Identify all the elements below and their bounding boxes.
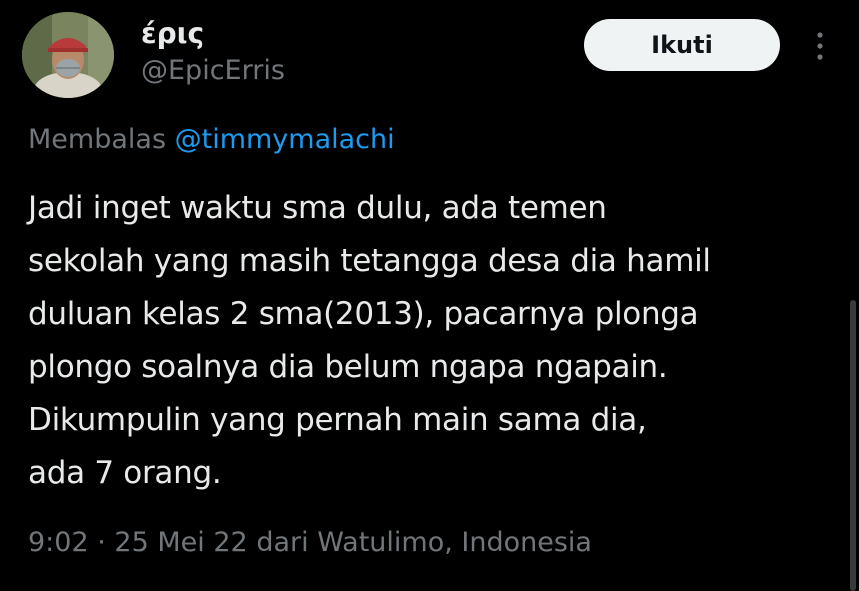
author-display-name[interactable]: έρις (141, 16, 204, 52)
tweet-text-line: plongo soalnya dia belum ngapa ngapain. (28, 349, 668, 385)
tweet-location: Watulimo, Indonesia (317, 527, 592, 558)
tweet-time: 9:02 (28, 527, 89, 558)
meta-separator: · (97, 527, 106, 558)
reply-prefix: Membalas (28, 124, 167, 155)
tweet-detail: έρις @EpicErris Ikuti Membalas @timmymal… (0, 0, 859, 591)
tweet-text-line: ada 7 orang. (28, 455, 222, 491)
follow-button[interactable]: Ikuti (584, 19, 780, 71)
scrollbar[interactable] (850, 300, 856, 591)
reply-context: Membalas @timmymalachi (28, 122, 395, 158)
more-vertical-icon[interactable] (808, 28, 832, 64)
tweet-timestamp-link[interactable]: 9:02 · 25 Mei 22 (28, 527, 248, 558)
reply-mention-link[interactable]: @timmymalachi (175, 124, 395, 155)
tweet-text-line: Dikumpulin yang pernah main sama dia, (28, 402, 647, 438)
tweet-text-line: Jadi inget waktu sma dulu, ada temen (28, 190, 607, 226)
tweet-date: 25 Mei 22 (114, 527, 248, 558)
tweet-text-line: sekolah yang masih tetangga desa dia ham… (28, 243, 711, 279)
tweet-text-line: duluan kelas 2 sma(2013), pacarnya plong… (28, 296, 699, 332)
tweet-metadata: 9:02 · 25 Mei 22 dari Watulimo, Indonesi… (28, 525, 592, 561)
author-handle[interactable]: @EpicErris (141, 53, 285, 89)
tweet-text: Jadi inget waktu sma dulu, ada temen sek… (28, 182, 828, 500)
location-prefix: dari (256, 527, 309, 558)
avatar-image (22, 12, 114, 98)
avatar[interactable] (22, 12, 114, 98)
